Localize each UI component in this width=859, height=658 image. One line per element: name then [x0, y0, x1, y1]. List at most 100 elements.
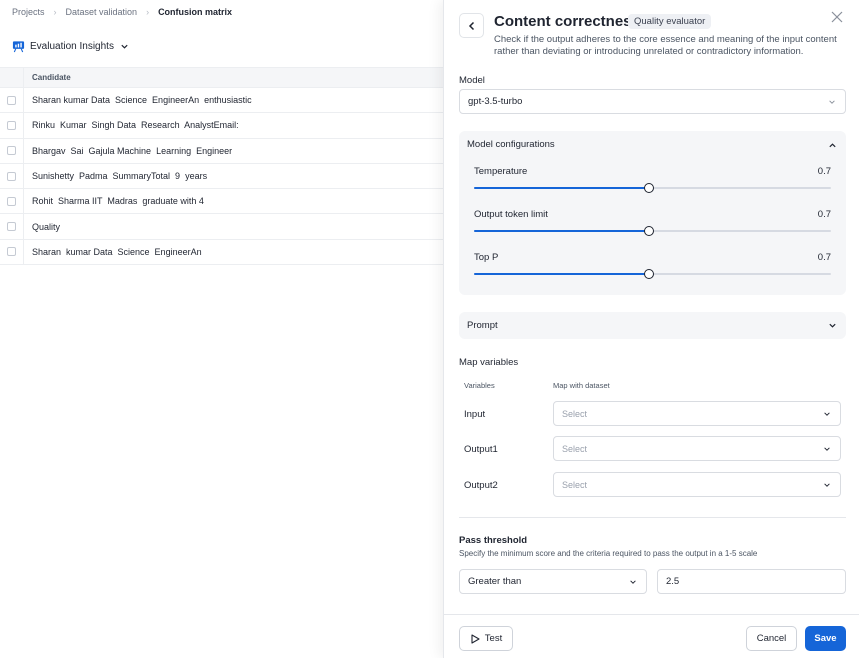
row-checkbox[interactable] — [7, 247, 16, 257]
cancel-button[interactable]: Cancel — [746, 626, 797, 651]
row-checkbox[interactable] — [7, 146, 16, 156]
chevron-up-icon[interactable] — [828, 141, 837, 150]
output-token-limit-label: Output token limit — [474, 209, 548, 220]
candidate-cell: Rinku Kumar Singh Data Research AnalystE… — [32, 120, 239, 131]
score-input[interactable] — [657, 569, 846, 594]
breadcrumb: Projects › Dataset validation › Confusio… — [12, 7, 232, 17]
panel-description: Check if the output adheres to the core … — [494, 34, 837, 57]
evaluation-insights-dropdown[interactable]: Evaluation Insights — [12, 40, 129, 53]
chevron-left-icon — [468, 21, 474, 30]
panel-title: Content correctness — [494, 13, 640, 30]
row-checkbox-cell — [0, 88, 24, 113]
chevron-down-icon — [829, 99, 835, 104]
output-token-limit-value: 0.7 — [817, 209, 831, 220]
comparator-select[interactable]: Greater than — [459, 569, 647, 594]
temperature-label: Temperature — [474, 166, 528, 177]
breadcrumb-projects[interactable]: Projects — [12, 7, 45, 17]
table-row[interactable]: Quality — [0, 214, 443, 240]
table-row[interactable]: Sharan kumar Data Science EngineerAn ent… — [0, 88, 443, 114]
slider-thumb[interactable] — [643, 269, 654, 279]
section-divider — [459, 517, 846, 518]
row-checkbox-cell — [0, 113, 24, 138]
breadcrumb-confusion-matrix: Confusion matrix — [158, 7, 233, 17]
output-token-limit-slider[interactable] — [474, 226, 831, 236]
variable-output2-label: Output2 — [464, 480, 498, 491]
candidate-cell: Bhargav Sai Gajula Machine Learning Engi… — [32, 145, 233, 156]
model-select[interactable]: gpt-3.5-turbo — [459, 89, 846, 114]
candidate-cell: Rohit Sharma IIT Madras graduate with 4 — [32, 196, 204, 207]
table-header: Candidate — [0, 67, 443, 88]
temperature-value: 0.7 — [817, 166, 831, 177]
save-button[interactable]: Save — [805, 626, 846, 651]
prompt-section[interactable]: Prompt — [459, 312, 846, 339]
temperature-slider[interactable] — [474, 183, 831, 193]
play-icon — [471, 633, 480, 644]
model-select-value: gpt-3.5-turbo — [468, 96, 523, 107]
column-header-variables: Variables — [464, 381, 495, 390]
table-row[interactable]: Rinku Kumar Singh Data Research AnalystE… — [0, 113, 443, 139]
row-checkbox-cell — [0, 163, 24, 189]
test-button[interactable]: Test — [459, 626, 513, 651]
input-mapping-select[interactable]: Select — [553, 401, 841, 426]
variable-input-label: Input — [464, 409, 486, 420]
chevron-down-icon — [824, 411, 830, 416]
column-header-candidate: Candidate — [32, 73, 71, 82]
temperature-slider-row: Temperature 0.7 — [474, 166, 831, 204]
main-content: Projects › Dataset validation › Confusio… — [0, 0, 443, 658]
back-button[interactable] — [459, 13, 484, 38]
table-row[interactable]: Rohit Sharma IIT Madras graduate with 4 — [0, 189, 443, 215]
chevron-down-icon — [630, 579, 636, 584]
table-body: Sharan kumar Data Science EngineerAn ent… — [0, 88, 443, 266]
row-checkbox[interactable] — [7, 171, 16, 181]
select-placeholder: Select — [562, 479, 588, 490]
table-row[interactable]: Sharan kumar Data Science EngineerAn — [0, 239, 443, 266]
variable-output1-label: Output1 — [464, 444, 498, 455]
pass-threshold-description: Specify the minimum score and the criter… — [459, 549, 758, 558]
select-placeholder: Select — [562, 443, 588, 454]
slider-fill — [474, 230, 649, 232]
slider-fill — [474, 273, 649, 275]
top-p-slider[interactable] — [474, 269, 831, 279]
output1-mapping-select[interactable]: Select — [553, 436, 841, 461]
chevron-down-icon — [121, 44, 128, 49]
slider-thumb[interactable] — [643, 226, 654, 236]
map-variables-title: Map variables — [459, 357, 519, 368]
candidate-cell: Quality — [32, 221, 61, 232]
top-p-value: 0.7 — [817, 252, 831, 263]
top-p-slider-row: Top P 0.7 — [474, 252, 831, 290]
chevron-down-icon — [829, 323, 836, 328]
chevron-down-icon — [824, 482, 830, 487]
output-token-limit-slider-row: Output token limit 0.7 — [474, 209, 831, 247]
select-placeholder: Select — [562, 408, 588, 419]
row-checkbox-cell — [0, 214, 24, 239]
evaluator-side-panel: Content correctness Quality evaluator Ch… — [443, 0, 859, 658]
row-checkbox[interactable] — [7, 120, 16, 130]
evaluator-type-badge: Quality evaluator — [628, 14, 712, 29]
prompt-title: Prompt — [467, 320, 498, 331]
table-row[interactable]: Sunishetty Padma SummaryTotal 9 years — [0, 163, 443, 190]
model-configurations-title[interactable]: Model configurations — [467, 139, 555, 150]
candidate-table: Candidate Sharan kumar Data Science Engi… — [0, 67, 443, 266]
breadcrumb-separator-icon: › — [53, 7, 57, 17]
table-row[interactable]: Bhargav Sai Gajula Machine Learning Engi… — [0, 138, 443, 164]
close-icon[interactable] — [830, 10, 844, 24]
test-button-label: Test — [484, 633, 503, 644]
row-checkbox[interactable] — [7, 196, 16, 206]
candidate-cell: Sunishetty Padma SummaryTotal 9 years — [32, 171, 208, 182]
pass-threshold-title: Pass threshold — [459, 535, 528, 546]
header-checkbox-cell — [0, 68, 24, 87]
model-label: Model — [459, 75, 485, 86]
slider-fill — [474, 187, 649, 189]
breadcrumb-separator-icon: › — [146, 7, 150, 17]
top-p-label: Top P — [474, 252, 499, 263]
row-checkbox-cell — [0, 138, 24, 163]
row-checkbox[interactable] — [7, 95, 16, 105]
column-header-map-with-dataset: Map with dataset — [553, 381, 610, 390]
row-checkbox[interactable] — [7, 222, 16, 232]
comparator-value: Greater than — [468, 576, 522, 587]
breadcrumb-dataset-validation[interactable]: Dataset validation — [66, 7, 138, 17]
chevron-down-icon — [824, 446, 830, 451]
presentation-chart-icon — [12, 41, 25, 53]
slider-thumb[interactable] — [643, 183, 654, 193]
output2-mapping-select[interactable]: Select — [553, 472, 841, 497]
